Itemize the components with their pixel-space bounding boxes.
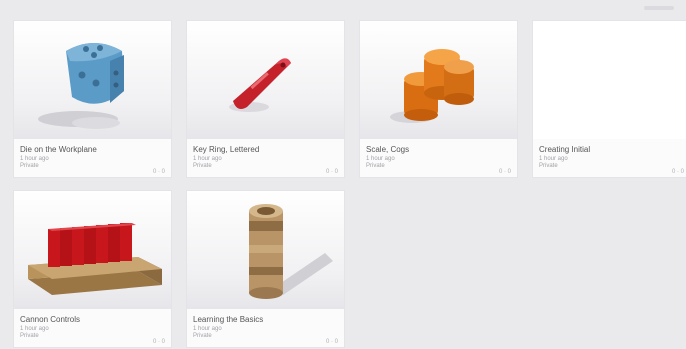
- design-meta: Cannon Controls 1 hour ago Private 0 · 0: [14, 309, 171, 347]
- design-title[interactable]: Learning the Basics: [193, 315, 323, 324]
- design-stats: 0 · 0: [498, 169, 511, 175]
- blank-thumbnail[interactable]: [533, 21, 686, 139]
- design-modified: 1 hour ago: [193, 326, 222, 332]
- cylinder-model-icon: [249, 204, 333, 299]
- design-stats: 0 · 0: [152, 169, 165, 175]
- design-meta: Creating Initial 1 hour ago Private 0 · …: [533, 139, 686, 177]
- design-meta: Learning the Basics 1 hour ago Private 0…: [187, 309, 344, 347]
- design-privacy: Private: [366, 163, 385, 169]
- design-privacy: Private: [539, 163, 558, 169]
- design-modified: 1 hour ago: [20, 326, 49, 332]
- design-thumbnail[interactable]: [187, 191, 344, 309]
- design-card[interactable]: Key Ring, Lettered 1 hour ago Private 0 …: [186, 20, 345, 178]
- die-model-icon: [38, 43, 124, 129]
- design-title[interactable]: Creating Initial: [539, 145, 669, 154]
- design-stats: 0 · 0: [671, 169, 684, 175]
- design-meta: Key Ring, Lettered 1 hour ago Private 0 …: [187, 139, 344, 177]
- design-privacy: Private: [20, 163, 39, 169]
- design-modified: 1 hour ago: [193, 156, 222, 162]
- design-thumbnail[interactable]: [14, 191, 171, 309]
- design-card[interactable]: Cannon Controls 1 hour ago Private 0 · 0: [13, 190, 172, 348]
- cogs-model-icon: [390, 49, 474, 123]
- design-card[interactable]: Creating Initial 1 hour ago Private 0 · …: [532, 20, 686, 178]
- design-title[interactable]: Cannon Controls: [20, 315, 150, 324]
- design-card[interactable]: Scale, Cogs 1 hour ago Private 0 · 0: [359, 20, 518, 178]
- scroll-indicator: [644, 6, 674, 10]
- key-ring-model-icon: [229, 58, 291, 112]
- design-stats: 0 · 0: [325, 339, 338, 345]
- design-meta: Scale, Cogs 1 hour ago Private 0 · 0: [360, 139, 517, 177]
- design-privacy: Private: [20, 333, 39, 339]
- design-stats: 0 · 0: [152, 339, 165, 345]
- design-meta: Die on the Workplane 1 hour ago Private …: [14, 139, 171, 177]
- design-modified: 1 hour ago: [20, 156, 49, 162]
- design-card[interactable]: Die on the Workplane 1 hour ago Private …: [13, 20, 172, 178]
- design-card[interactable]: Learning the Basics 1 hour ago Private 0…: [186, 190, 345, 348]
- designs-page: Die on the Workplane 1 hour ago Private …: [0, 0, 686, 349]
- design-title[interactable]: Scale, Cogs: [366, 145, 496, 154]
- design-thumbnail[interactable]: [14, 21, 171, 139]
- design-modified: 1 hour ago: [539, 156, 568, 162]
- design-thumbnail[interactable]: [187, 21, 344, 139]
- design-stats: 0 · 0: [325, 169, 338, 175]
- design-title[interactable]: Die on the Workplane: [20, 145, 150, 154]
- design-modified: 1 hour ago: [366, 156, 395, 162]
- design-thumbnail[interactable]: [360, 21, 517, 139]
- design-grid: Die on the Workplane 1 hour ago Private …: [13, 20, 686, 348]
- design-privacy: Private: [193, 163, 212, 169]
- design-title[interactable]: Key Ring, Lettered: [193, 145, 323, 154]
- design-privacy: Private: [193, 333, 212, 339]
- wall-model-icon: [28, 223, 162, 295]
